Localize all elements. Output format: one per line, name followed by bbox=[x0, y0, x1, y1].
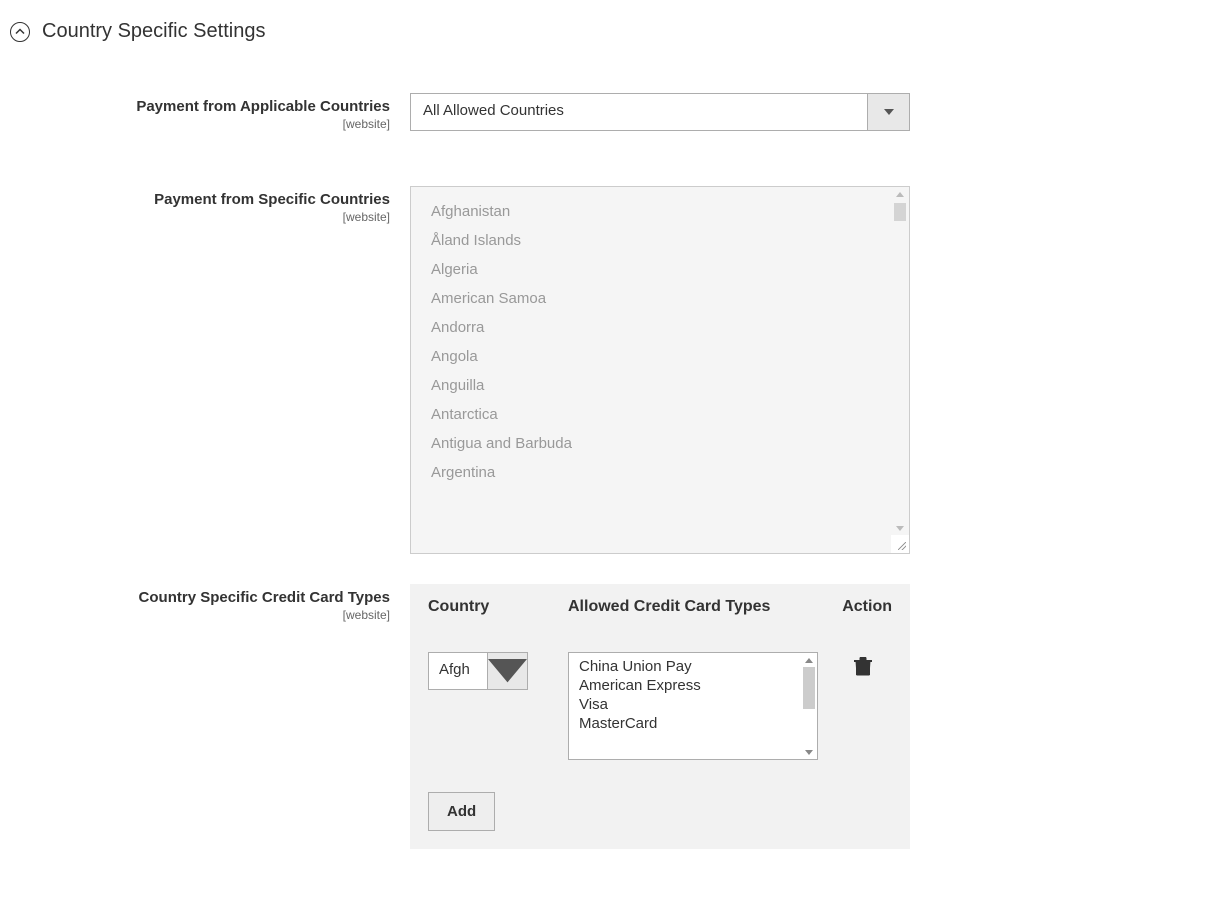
label-text: Payment from Specific Countries bbox=[50, 191, 390, 208]
chevron-down-icon bbox=[867, 94, 909, 130]
section-header[interactable]: Country Specific Settings bbox=[10, 20, 1222, 43]
trash-icon[interactable] bbox=[854, 656, 872, 681]
country-option[interactable]: Afghanistan bbox=[411, 197, 909, 226]
multiselect-items: China Union Pay American Express Visa Ma… bbox=[569, 653, 817, 737]
form-container: Payment from Applicable Countries [websi… bbox=[10, 93, 1222, 849]
add-button[interactable]: Add bbox=[428, 792, 495, 831]
field-control: Afghanistan Åland Islands Algeria Americ… bbox=[410, 186, 910, 554]
country-option[interactable]: Anguilla bbox=[411, 371, 909, 400]
country-option[interactable]: American Samoa bbox=[411, 284, 909, 313]
column-header-action: Action bbox=[832, 598, 892, 616]
column-header-country: Country bbox=[428, 598, 568, 616]
specific-countries-multiselect[interactable]: Afghanistan Åland Islands Algeria Americ… bbox=[410, 186, 910, 554]
card-types-table: Country Allowed Credit Card Types Action… bbox=[410, 584, 910, 849]
scroll-up-icon[interactable] bbox=[803, 655, 815, 665]
scrollbar[interactable] bbox=[801, 653, 817, 759]
table-footer: Add bbox=[410, 778, 910, 849]
table-header: Country Allowed Credit Card Types Action bbox=[410, 584, 910, 634]
scrollbar-thumb[interactable] bbox=[894, 203, 906, 221]
delete-action bbox=[818, 652, 892, 681]
field-label: Payment from Specific Countries [website… bbox=[50, 186, 410, 224]
label-scope: [website] bbox=[50, 117, 390, 131]
column-header-cards: Allowed Credit Card Types bbox=[568, 598, 832, 616]
country-option[interactable]: Antarctica bbox=[411, 400, 909, 429]
field-applicable-countries: Payment from Applicable Countries [websi… bbox=[50, 93, 1222, 131]
card-option[interactable]: China Union Pay bbox=[569, 657, 817, 676]
country-option[interactable]: Antigua and Barbuda bbox=[411, 429, 909, 458]
collapse-icon bbox=[10, 22, 30, 42]
table-row: Afgh China Union Pay American Express Vi… bbox=[410, 634, 910, 778]
field-label: Payment from Applicable Countries [websi… bbox=[50, 93, 410, 131]
select-value: Afgh bbox=[429, 653, 487, 689]
scroll-down-icon[interactable] bbox=[803, 747, 815, 757]
scrollbar[interactable] bbox=[891, 187, 909, 535]
scroll-up-icon[interactable] bbox=[891, 187, 909, 201]
label-scope: [website] bbox=[50, 210, 390, 224]
scroll-down-icon[interactable] bbox=[891, 521, 909, 535]
country-option[interactable]: Andorra bbox=[411, 313, 909, 342]
select-value: All Allowed Countries bbox=[411, 94, 867, 130]
field-specific-countries: Payment from Specific Countries [website… bbox=[50, 186, 1222, 554]
card-option[interactable]: American Express bbox=[569, 676, 817, 695]
multiselect-items: Afghanistan Åland Islands Algeria Americ… bbox=[411, 187, 909, 535]
field-card-types: Country Specific Credit Card Types [webs… bbox=[50, 584, 1222, 849]
field-label: Country Specific Credit Card Types [webs… bbox=[50, 584, 410, 622]
country-option[interactable]: Åland Islands bbox=[411, 226, 909, 255]
country-select[interactable]: Afgh bbox=[428, 652, 528, 690]
label-text: Payment from Applicable Countries bbox=[50, 98, 390, 115]
country-option[interactable]: Argentina bbox=[411, 458, 909, 487]
card-option[interactable]: MasterCard bbox=[569, 714, 817, 733]
chevron-down-icon bbox=[487, 653, 527, 689]
scrollbar-thumb[interactable] bbox=[803, 667, 815, 709]
label-text: Country Specific Credit Card Types bbox=[50, 589, 390, 606]
country-option[interactable]: Algeria bbox=[411, 255, 909, 284]
section-title: Country Specific Settings bbox=[42, 20, 265, 43]
field-control: All Allowed Countries bbox=[410, 93, 910, 131]
applicable-countries-select[interactable]: All Allowed Countries bbox=[410, 93, 910, 131]
country-option[interactable]: Angola bbox=[411, 342, 909, 371]
label-scope: [website] bbox=[50, 608, 390, 622]
resize-handle[interactable] bbox=[891, 535, 909, 553]
card-option[interactable]: Visa bbox=[569, 695, 817, 714]
card-types-multiselect[interactable]: China Union Pay American Express Visa Ma… bbox=[568, 652, 818, 760]
